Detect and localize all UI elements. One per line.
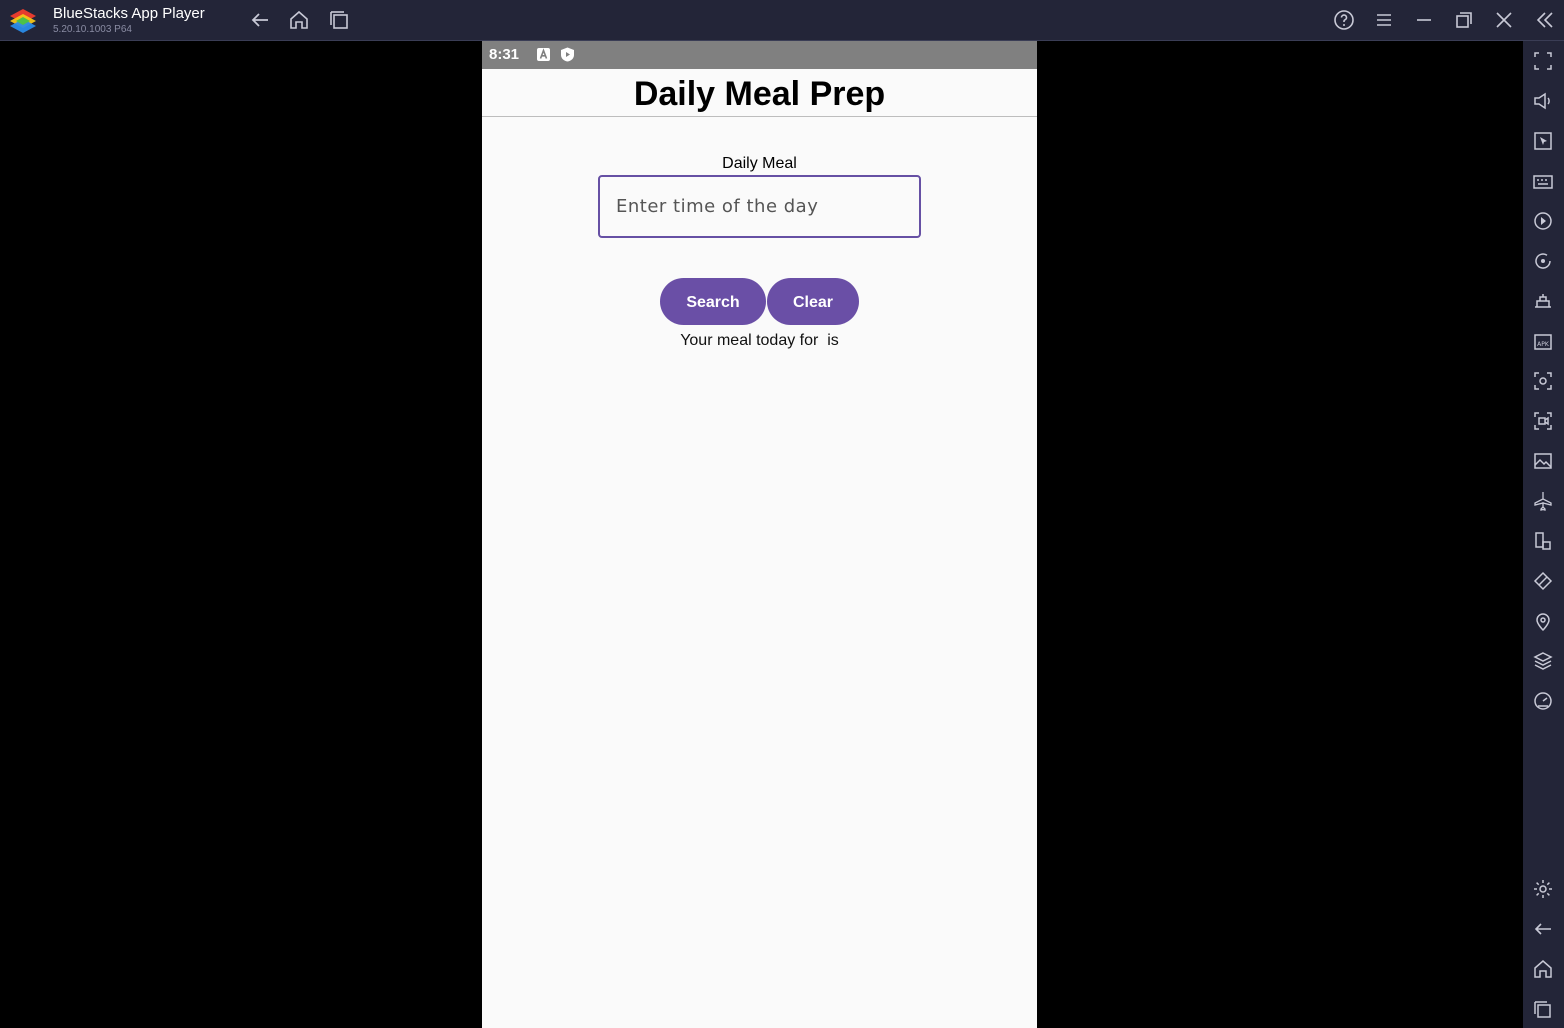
- app-title: BlueStacks App Player: [53, 5, 205, 22]
- app-version: 5.20.10.1003 P64: [53, 24, 132, 35]
- screen-record-icon[interactable]: [1532, 290, 1554, 312]
- rotate-sync-icon[interactable]: [1532, 250, 1554, 272]
- time-of-day-input[interactable]: [598, 175, 921, 238]
- page-title: Daily Meal Prep: [633, 75, 886, 113]
- keyboard-icon[interactable]: [1532, 170, 1554, 192]
- eco-mode-icon[interactable]: [1532, 570, 1554, 592]
- status-time: 8:31: [489, 46, 520, 63]
- layers-icon[interactable]: [1532, 650, 1554, 672]
- recent-apps-icon[interactable]: [1532, 998, 1554, 1020]
- pointer-icon[interactable]: [1532, 130, 1554, 152]
- clear-button[interactable]: Clear: [767, 278, 859, 325]
- close-icon[interactable]: [1492, 8, 1516, 32]
- title-bar: BlueStacks App Player 5.20.10.1003 P64: [0, 0, 1564, 41]
- minimize-icon[interactable]: [1412, 8, 1436, 32]
- app-header: Daily Meal Prep: [482, 69, 1037, 117]
- collapse-sidebar-icon[interactable]: [1533, 8, 1557, 32]
- home-icon[interactable]: [287, 8, 311, 32]
- search-button[interactable]: Search: [660, 278, 766, 325]
- daily-meal-label: Daily Meal: [722, 155, 797, 172]
- screenshot-icon[interactable]: [1532, 370, 1554, 392]
- help-icon[interactable]: [1332, 8, 1356, 32]
- fullscreen-icon[interactable]: [1532, 50, 1554, 72]
- sidebar: APK: [1523, 41, 1564, 1028]
- menu-icon[interactable]: [1372, 8, 1396, 32]
- settings-icon[interactable]: [1532, 878, 1554, 900]
- multi-instance-icon[interactable]: [1532, 530, 1554, 552]
- macro-icon[interactable]: [1532, 210, 1554, 232]
- apk-install-icon[interactable]: APK: [1532, 330, 1554, 352]
- home-icon[interactable]: [1532, 958, 1554, 980]
- video-record-icon[interactable]: [1532, 410, 1554, 432]
- svg-text:APK: APK: [1537, 341, 1550, 348]
- airplane-mode-icon[interactable]: [1532, 490, 1554, 512]
- notification-a-icon: [536, 47, 551, 62]
- recent-apps-icon[interactable]: [328, 8, 352, 32]
- meal-result-text: Your meal today for is: [680, 332, 839, 349]
- back-icon[interactable]: [1532, 918, 1554, 940]
- volume-icon[interactable]: [1532, 90, 1554, 112]
- bluestacks-logo-icon: [8, 6, 38, 36]
- status-bar: 8:31: [482, 41, 1037, 69]
- performance-icon[interactable]: [1532, 690, 1554, 712]
- back-icon[interactable]: [248, 8, 272, 32]
- shield-play-icon: [560, 47, 575, 62]
- restore-icon[interactable]: [1452, 8, 1476, 32]
- media-folder-icon[interactable]: [1532, 450, 1554, 472]
- location-icon[interactable]: [1532, 610, 1554, 632]
- android-screen: 8:31 Daily Meal Prep Daily Meal Search C…: [482, 41, 1037, 1028]
